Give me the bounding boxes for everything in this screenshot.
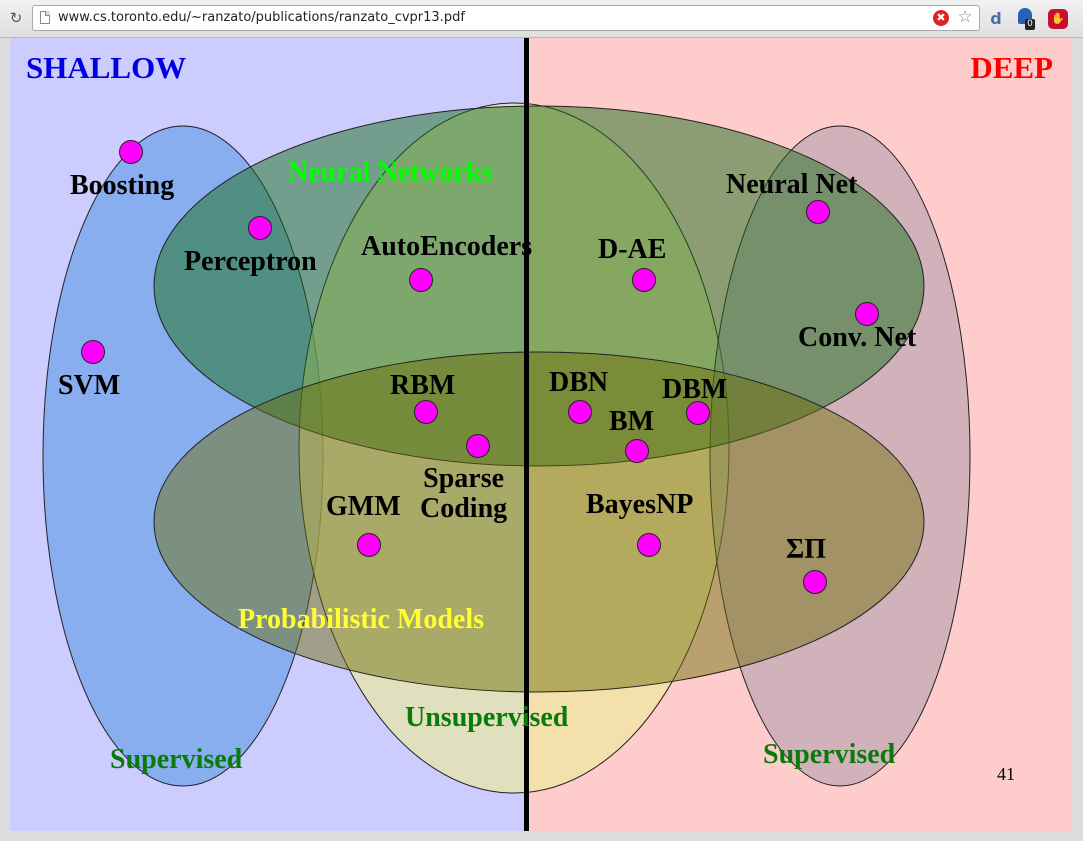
sum-product-label: ΣΠ [786,534,827,565]
dbm-label: DBM [662,374,728,405]
dbn-dot [568,400,592,424]
dbm-dot [686,401,710,425]
autoencoders-label: AutoEncoders [361,231,533,262]
perceptron-label: Perceptron [184,246,317,277]
sparse-coding-line2: Coding [420,493,508,525]
probabilistic-models-label: Probabilistic Models [238,604,485,635]
reload-icon[interactable]: ↻ [6,8,26,28]
bm-dot [625,439,649,463]
sum-product-dot [803,570,827,594]
neural-net-label: Neural Net [726,169,858,200]
ghostery-badge: 0 [1025,19,1035,30]
gmm-label: GMM [326,491,401,522]
page-icon [40,11,50,24]
address-bar[interactable]: www.cs.toronto.edu/~ranzato/publications… [32,5,980,31]
sparse-coding-line1: Sparse [423,463,505,494]
browser-toolbar: ↻ www.cs.toronto.edu/~ranzato/publicatio… [0,0,1083,38]
probabilistic-models-ellipse [153,351,925,693]
boosting-label: Boosting [70,170,175,201]
sparse-coding-label: Sparse Coding [420,463,508,525]
neural-net-dot [806,200,830,224]
url-text[interactable]: www.cs.toronto.edu/~ranzato/publications… [58,10,465,25]
conv-net-dot [855,302,879,326]
deep-title: DEEP [970,50,1053,85]
sparse-coding-dot [466,434,490,458]
svm-dot [81,340,105,364]
extension-d-icon[interactable]: d [988,8,1004,30]
rbm-label: RBM [390,370,456,401]
gmm-dot [357,533,381,557]
boosting-dot [119,140,143,164]
blocked-content-icon[interactable]: ✖ [933,10,949,26]
shallow-title: SHALLOW [26,50,187,85]
unsupervised-label: Unsupervised [405,702,569,733]
ghostery-icon[interactable]: 0 [1016,8,1035,30]
d-ae-dot [632,268,656,292]
dbn-label: DBN [549,367,609,398]
adblock-icon[interactable]: ✋ [1048,9,1068,29]
d-ae-label: D-AE [598,234,667,265]
autoencoders-dot [409,268,433,292]
bm-label: BM [609,406,655,437]
neural-networks-label: Neural Networks [288,157,493,188]
page-number: 41 [997,764,1015,784]
conv-net-label: Conv. Net [798,322,917,353]
rbm-dot [414,400,438,424]
bayesnp-label: BayesNP [586,489,694,520]
supervised-right-label: Supervised [763,739,896,770]
svm-label: SVM [58,370,121,401]
supervised-left-label: Supervised [110,744,243,775]
bayesnp-dot [637,533,661,557]
perceptron-dot [248,216,272,240]
bookmark-star-icon[interactable]: ☆ [955,7,975,27]
pdf-slide: SHALLOW DEEP Neural Networks Probabilist… [10,38,1071,831]
